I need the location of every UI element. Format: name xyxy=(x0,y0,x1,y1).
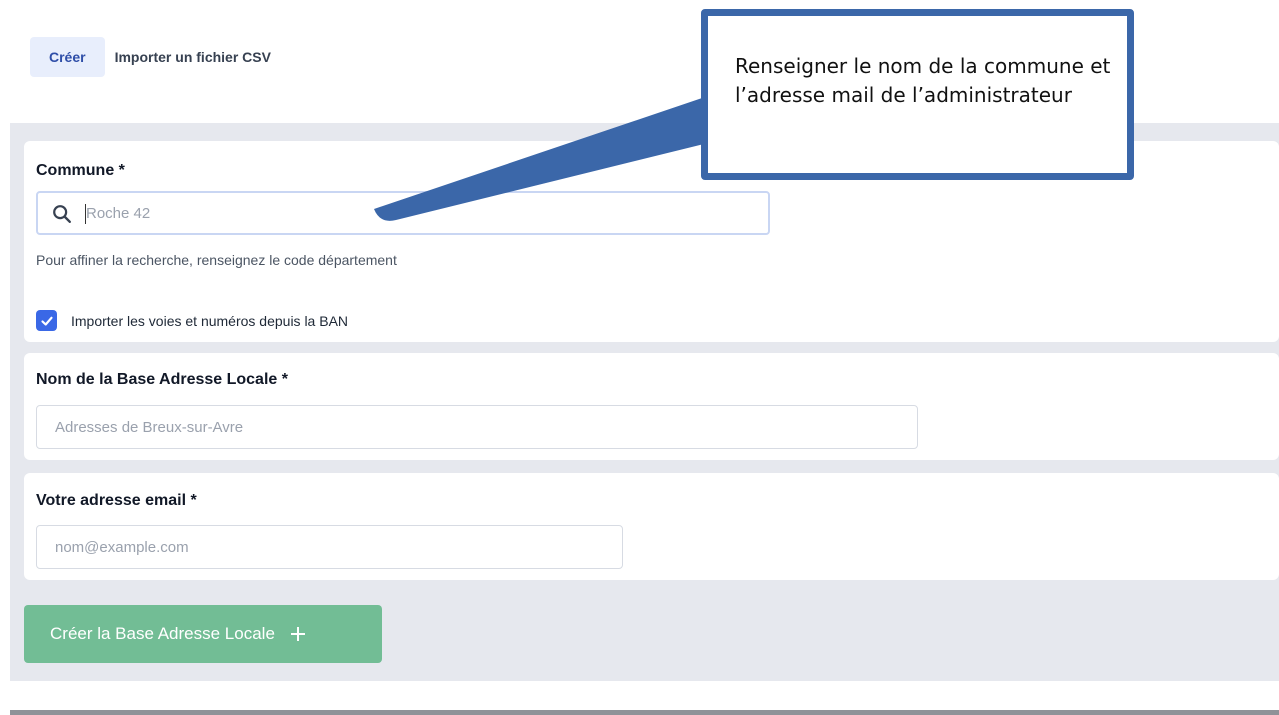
bal-name-input[interactable]: Adresses de Breux-sur-Avre xyxy=(36,405,918,449)
commune-label: Commune * xyxy=(36,162,125,179)
mode-tabs: Créer Importer un fichier CSV xyxy=(30,37,271,77)
tab-creer[interactable]: Créer xyxy=(30,37,105,77)
create-bal-button-label: Créer la Base Adresse Locale xyxy=(50,624,275,643)
import-ban-label: Importer les voies et numéros depuis la … xyxy=(71,312,349,329)
import-ban-option[interactable]: Importer les voies et numéros depuis la … xyxy=(36,310,348,331)
annotation-callout: Renseigner le nom de la commune et l’adr… xyxy=(701,9,1134,180)
plus-icon xyxy=(290,627,305,641)
commune-placeholder: Roche 42 xyxy=(86,204,151,222)
create-bal-button[interactable]: Créer la Base Adresse Locale xyxy=(24,605,382,663)
check-icon xyxy=(40,316,53,326)
callout-text: Renseigner le nom de la commune et l’adr… xyxy=(735,54,1111,107)
bal-name-placeholder: Adresses de Breux-sur-Avre xyxy=(55,418,244,436)
import-ban-checkbox[interactable] xyxy=(36,310,57,331)
email-label: Votre adresse email * xyxy=(36,492,197,509)
email-placeholder: nom@example.com xyxy=(55,538,189,556)
commune-search-input[interactable]: Roche 42 xyxy=(36,191,770,235)
bal-name-label: Nom de la Base Adresse Locale * xyxy=(36,371,288,388)
bottom-divider xyxy=(10,710,1279,715)
text-caret xyxy=(85,204,86,224)
email-input[interactable]: nom@example.com xyxy=(36,525,623,569)
commune-hint: Pour affiner la recherche, renseignez le… xyxy=(36,252,397,268)
search-icon xyxy=(53,205,71,223)
tab-importer-csv[interactable]: Importer un fichier CSV xyxy=(115,37,271,77)
